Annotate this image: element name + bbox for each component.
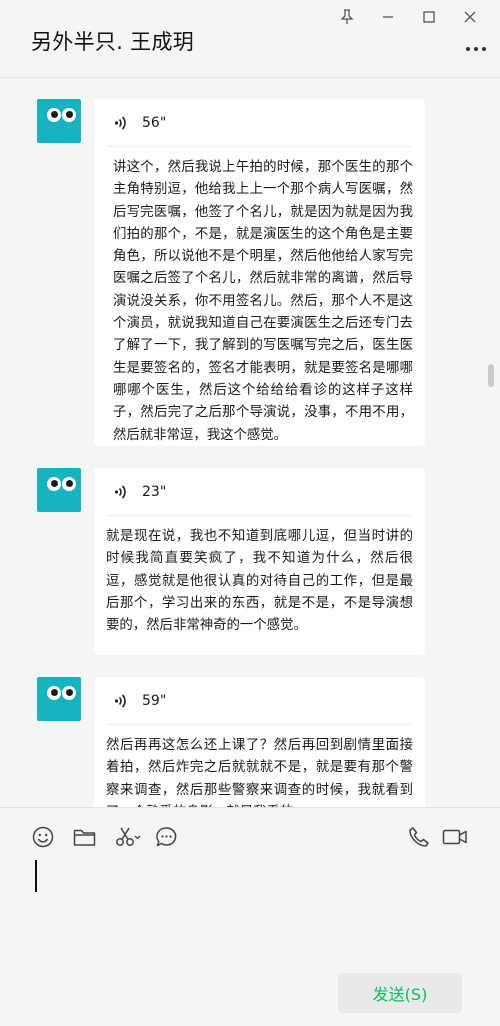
voice-icon	[114, 115, 126, 130]
phone-icon[interactable]	[407, 825, 431, 849]
close-icon[interactable]	[449, 6, 490, 28]
pin-icon[interactable]	[326, 6, 367, 28]
maximize-icon[interactable]	[408, 6, 449, 28]
avatar[interactable]	[37, 468, 81, 512]
title-bar: 另外半只. 王成玥	[0, 0, 500, 78]
voice-message-bubble[interactable]: 23" 就是现在说，我也不知道到底哪儿逗，但当时讲的时候我简直要笑疯了，我不知道…	[94, 468, 425, 655]
voice-duration: 59"	[142, 692, 167, 709]
scrollbar[interactable]	[488, 364, 494, 387]
message-composer: 发送(S)	[0, 807, 500, 1026]
voice-duration: 56"	[142, 114, 167, 131]
chat-messages[interactable]: 56" 讲这个，然后我说上午拍的时候，那个医生的那个主角特别逗，他给我上上一个那…	[0, 79, 500, 807]
avatar[interactable]	[37, 99, 81, 143]
video-icon[interactable]	[441, 825, 469, 849]
emoji-icon[interactable]	[31, 825, 55, 849]
chat-history-icon[interactable]	[154, 825, 178, 849]
voice-message-header[interactable]: 59"	[108, 677, 411, 725]
voice-message-header[interactable]: 56"	[108, 99, 411, 147]
more-icon[interactable]	[466, 44, 486, 54]
send-button[interactable]: 发送(S)	[338, 973, 462, 1013]
voice-icon	[114, 484, 126, 499]
folder-icon[interactable]	[72, 825, 96, 849]
voice-transcript: 就是现在说，我也不知道到底哪儿逗，但当时讲的时候我简直要笑疯了，我不知道为什么，…	[106, 529, 413, 634]
voice-transcript: 讲这个，然后我说上午拍的时候，那个医生的那个主角特别逗，他给我上上一个那个病人写…	[113, 160, 413, 443]
text-input-caret[interactable]	[35, 860, 37, 892]
voice-message-bubble[interactable]: 56" 讲这个，然后我说上午拍的时候，那个医生的那个主角特别逗，他给我上上一个那…	[94, 99, 425, 446]
voice-message-header[interactable]: 23"	[108, 468, 411, 516]
chat-title: 另外半只. 王成玥	[31, 30, 195, 54]
minimize-icon[interactable]	[367, 6, 408, 28]
voice-duration: 23"	[142, 483, 167, 500]
voice-message-bubble[interactable]: 59" 然后再再这怎么还上课了？然后再回到剧情里面接着拍，然后炸完之后就就就不是…	[94, 677, 425, 807]
window-controls	[326, 6, 490, 28]
scissors-icon[interactable]	[113, 825, 143, 849]
avatar[interactable]	[37, 677, 81, 721]
voice-icon	[114, 693, 126, 708]
voice-transcript: 然后再再这怎么还上课了？然后再回到剧情里面接着拍，然后炸完之后就就就不是，就是要…	[106, 738, 413, 807]
